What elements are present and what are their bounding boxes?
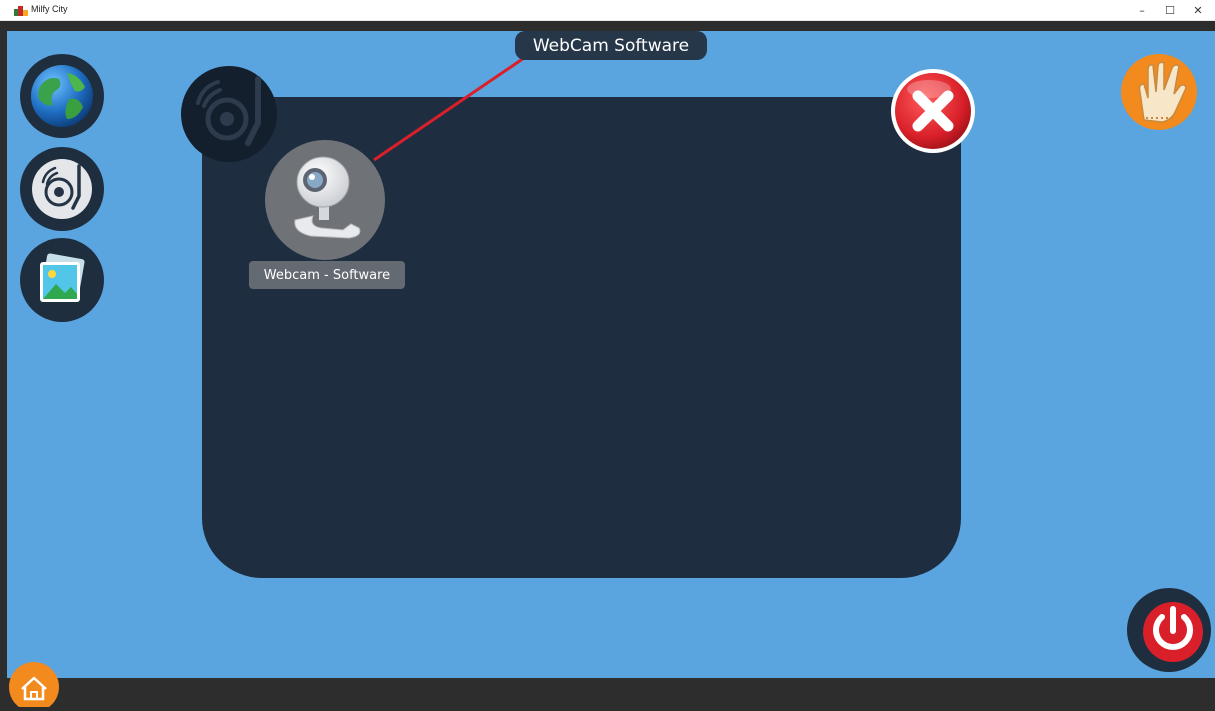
app-webcam-software-label[interactable]: Webcam - Software — [249, 261, 405, 289]
close-window-button[interactable]: ✕ — [1180, 0, 1215, 21]
globe-icon — [31, 65, 93, 127]
webcam-icon — [294, 156, 361, 239]
dock-gallery-button[interactable] — [20, 238, 104, 322]
window-title: Milfy City — [31, 4, 68, 14]
music-disc-icon — [32, 159, 92, 219]
gallery-icon — [40, 253, 85, 302]
home-button[interactable] — [8, 661, 60, 711]
home-icon — [9, 662, 59, 711]
hand-greeting-button[interactable] — [1118, 52, 1200, 132]
app-logo-icon — [14, 6, 28, 16]
app-webcam-software[interactable] — [265, 140, 385, 260]
window-titlebar: Milfy City – ☐ ✕ — [0, 0, 1215, 21]
taskbar — [0, 678, 1215, 707]
close-icon — [891, 69, 975, 153]
music-disc-icon — [181, 66, 277, 162]
tooltip: WebCam Software — [515, 31, 707, 60]
hand-icon — [1121, 54, 1197, 130]
panel-category-badge — [180, 65, 278, 163]
dock-music-button[interactable] — [20, 147, 104, 231]
dock-globe-button[interactable] — [20, 54, 104, 138]
power-icon — [1127, 588, 1211, 672]
power-button[interactable] — [1126, 587, 1212, 673]
close-panel-button[interactable] — [889, 67, 977, 155]
